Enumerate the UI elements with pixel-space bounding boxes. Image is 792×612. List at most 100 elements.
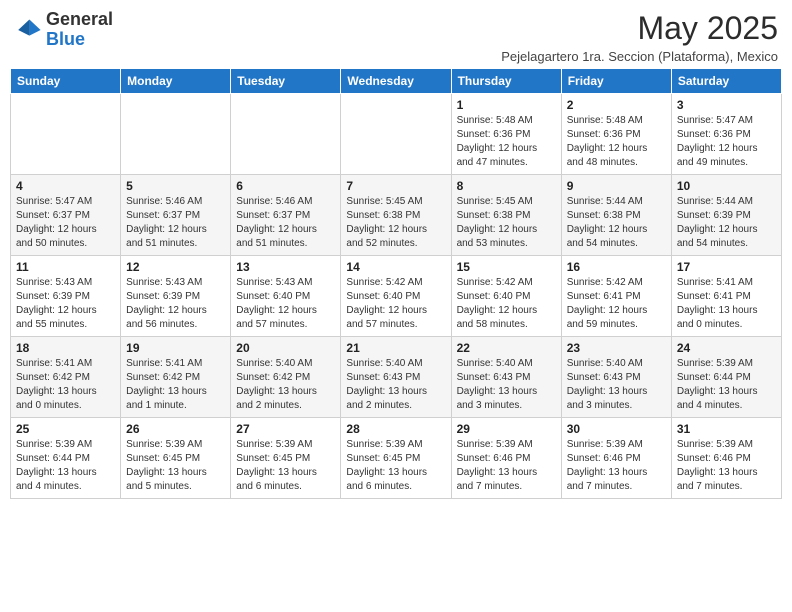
day-info: Sunrise: 5:40 AMSunset: 6:43 PMDaylight:…: [457, 357, 556, 413]
day-number: 13: [236, 260, 335, 274]
calendar-cell: 31 Sunrise: 5:39 AMSunset: 6:46 PMDayligh…: [671, 418, 781, 499]
calendar-cell: 5 Sunrise: 5:46 AMSunset: 6:37 PMDaylight…: [121, 175, 231, 256]
day-number: 26: [126, 422, 225, 436]
day-info: Sunrise: 5:41 AMSunset: 6:42 PMDaylight:…: [16, 357, 115, 413]
day-info: Sunrise: 5:39 AMSunset: 6:44 PMDaylight:…: [16, 438, 115, 494]
day-info: Sunrise: 5:41 AMSunset: 6:41 PMDaylight:…: [677, 276, 776, 332]
logo-general-text: General: [46, 9, 113, 29]
calendar-cell: 17 Sunrise: 5:41 AMSunset: 6:41 PMDayligh…: [671, 256, 781, 337]
calendar-week-row: 1Sunrise: 5:48 AMSunset: 6:36 PMDaylight…: [11, 94, 782, 175]
calendar-cell: 21 Sunrise: 5:40 AMSunset: 6:43 PMDayligh…: [341, 337, 451, 418]
calendar-cell: [341, 94, 451, 175]
day-info: Sunrise: 5:39 AMSunset: 6:46 PMDaylight:…: [457, 438, 556, 494]
calendar-cell: 2Sunrise: 5:48 AMSunset: 6:36 PMDaylight…: [561, 94, 671, 175]
calendar-week-row: 18 Sunrise: 5:41 AMSunset: 6:42 PMDayligh…: [11, 337, 782, 418]
calendar-cell: 12Sunrise: 5:43 AMSunset: 6:39 PMDayligh…: [121, 256, 231, 337]
day-info: Sunrise: 5:46 AMSunset: 6:37 PMDaylight:…: [126, 195, 225, 251]
calendar-cell: 11Sunrise: 5:43 AMSunset: 6:39 PMDayligh…: [11, 256, 121, 337]
title-block: May 2025 Pejelagartero 1ra. Seccion (Pla…: [501, 10, 778, 64]
calendar-cell: 9 Sunrise: 5:44 AMSunset: 6:38 PMDaylight…: [561, 175, 671, 256]
day-number: 6: [236, 179, 335, 193]
calendar-cell: 24 Sunrise: 5:39 AMSunset: 6:44 PMDayligh…: [671, 337, 781, 418]
logo-icon: [14, 16, 42, 44]
calendar-cell: 4Sunrise: 5:47 AMSunset: 6:37 PMDaylight…: [11, 175, 121, 256]
calendar-cell: [121, 94, 231, 175]
day-number: 21: [346, 341, 445, 355]
calendar-cell: 27 Sunrise: 5:39 AMSunset: 6:45 PMDayligh…: [231, 418, 341, 499]
day-number: 3: [677, 98, 776, 112]
day-number: 15: [457, 260, 556, 274]
day-number: 30: [567, 422, 666, 436]
day-number: 7: [346, 179, 445, 193]
day-info: Sunrise: 5:39 AMSunset: 6:46 PMDaylight:…: [567, 438, 666, 494]
month-year-title: May 2025: [501, 10, 778, 47]
calendar-cell: 13 Sunrise: 5:43 AMSunset: 6:40 PMDayligh…: [231, 256, 341, 337]
calendar-week-row: 4Sunrise: 5:47 AMSunset: 6:37 PMDaylight…: [11, 175, 782, 256]
day-info: Sunrise: 5:45 AMSunset: 6:38 PMDaylight:…: [346, 195, 445, 251]
day-number: 17: [677, 260, 776, 274]
calendar-cell: 23 Sunrise: 5:40 AMSunset: 6:43 PMDayligh…: [561, 337, 671, 418]
day-number: 25: [16, 422, 115, 436]
day-of-week-header: Friday: [561, 69, 671, 94]
calendar-cell: [11, 94, 121, 175]
day-number: 22: [457, 341, 556, 355]
calendar-cell: 29 Sunrise: 5:39 AMSunset: 6:46 PMDayligh…: [451, 418, 561, 499]
calendar-cell: 10Sunrise: 5:44 AMSunset: 6:39 PMDayligh…: [671, 175, 781, 256]
day-number: 24: [677, 341, 776, 355]
calendar-cell: 30 Sunrise: 5:39 AMSunset: 6:46 PMDayligh…: [561, 418, 671, 499]
day-info: Sunrise: 5:43 AMSunset: 6:39 PMDaylight:…: [126, 276, 225, 332]
day-of-week-header: Wednesday: [341, 69, 451, 94]
location-subtitle: Pejelagartero 1ra. Seccion (Plataforma),…: [501, 49, 778, 64]
calendar-cell: 20Sunrise: 5:40 AMSunset: 6:42 PMDayligh…: [231, 337, 341, 418]
day-info: Sunrise: 5:39 AMSunset: 6:46 PMDaylight:…: [677, 438, 776, 494]
calendar-cell: 14 Sunrise: 5:42 AMSunset: 6:40 PMDayligh…: [341, 256, 451, 337]
day-info: Sunrise: 5:40 AMSunset: 6:43 PMDaylight:…: [567, 357, 666, 413]
day-info: Sunrise: 5:48 AMSunset: 6:36 PMDaylight:…: [457, 114, 556, 170]
calendar-week-row: 11 Sunrise: 5:43 AMSunset: 6:39 PMDayligh…: [11, 256, 782, 337]
day-number: 8: [457, 179, 556, 193]
day-number: 31: [677, 422, 776, 436]
day-info: Sunrise: 5:43 AMSunset: 6:40 PMDaylight:…: [236, 276, 335, 332]
calendar-cell: 7 Sunrise: 5:45 AMSunset: 6:38 PMDaylight…: [341, 175, 451, 256]
day-info: Sunrise: 5:39 AMSunset: 6:44 PMDaylight:…: [677, 357, 776, 413]
day-number: 27: [236, 422, 335, 436]
day-info: Sunrise: 5:39 AMSunset: 6:45 PMDaylight:…: [236, 438, 335, 494]
calendar-cell: 15 Sunrise: 5:42 AMSunset: 6:40 PMDayligh…: [451, 256, 561, 337]
day-of-week-header: Thursday: [451, 69, 561, 94]
day-info: Sunrise: 5:44 AMSunset: 6:39 PMDaylight:…: [677, 195, 776, 251]
day-of-week-header: Monday: [121, 69, 231, 94]
day-number: 29: [457, 422, 556, 436]
day-info: Sunrise: 5:42 AMSunset: 6:40 PMDaylight:…: [457, 276, 556, 332]
calendar-week-row: 25 Sunrise: 5:39 AMSunset: 6:44 PMDayligh…: [11, 418, 782, 499]
day-number: 28: [346, 422, 445, 436]
calendar-cell: 3Sunrise: 5:47 AMSunset: 6:36 PMDaylight…: [671, 94, 781, 175]
day-of-week-header: Saturday: [671, 69, 781, 94]
day-info: Sunrise: 5:46 AMSunset: 6:37 PMDaylight:…: [236, 195, 335, 251]
day-info: Sunrise: 5:40 AMSunset: 6:43 PMDaylight:…: [346, 357, 445, 413]
day-number: 16: [567, 260, 666, 274]
day-info: Sunrise: 5:48 AMSunset: 6:36 PMDaylight:…: [567, 114, 666, 170]
logo-blue-text: Blue: [46, 29, 85, 49]
calendar-cell: 6 Sunrise: 5:46 AMSunset: 6:37 PMDaylight…: [231, 175, 341, 256]
day-number: 5: [126, 179, 225, 193]
calendar-table: SundayMondayTuesdayWednesdayThursdayFrid…: [10, 68, 782, 499]
day-number: 9: [567, 179, 666, 193]
calendar-cell: 26 Sunrise: 5:39 AMSunset: 6:45 PMDayligh…: [121, 418, 231, 499]
day-of-week-header: Tuesday: [231, 69, 341, 94]
day-info: Sunrise: 5:42 AMSunset: 6:41 PMDaylight:…: [567, 276, 666, 332]
day-info: Sunrise: 5:42 AMSunset: 6:40 PMDaylight:…: [346, 276, 445, 332]
calendar-cell: 28 Sunrise: 5:39 AMSunset: 6:45 PMDayligh…: [341, 418, 451, 499]
day-number: 20: [236, 341, 335, 355]
day-info: Sunrise: 5:44 AMSunset: 6:38 PMDaylight:…: [567, 195, 666, 251]
day-of-week-header: Sunday: [11, 69, 121, 94]
calendar-cell: 18 Sunrise: 5:41 AMSunset: 6:42 PMDayligh…: [11, 337, 121, 418]
day-number: 11: [16, 260, 115, 274]
calendar-cell: 19Sunrise: 5:41 AMSunset: 6:42 PMDayligh…: [121, 337, 231, 418]
day-number: 23: [567, 341, 666, 355]
day-info: Sunrise: 5:39 AMSunset: 6:45 PMDaylight:…: [126, 438, 225, 494]
day-info: Sunrise: 5:39 AMSunset: 6:45 PMDaylight:…: [346, 438, 445, 494]
day-number: 14: [346, 260, 445, 274]
page-header: General Blue May 2025 Pejelagartero 1ra.…: [10, 10, 782, 64]
day-number: 18: [16, 341, 115, 355]
day-number: 4: [16, 179, 115, 193]
